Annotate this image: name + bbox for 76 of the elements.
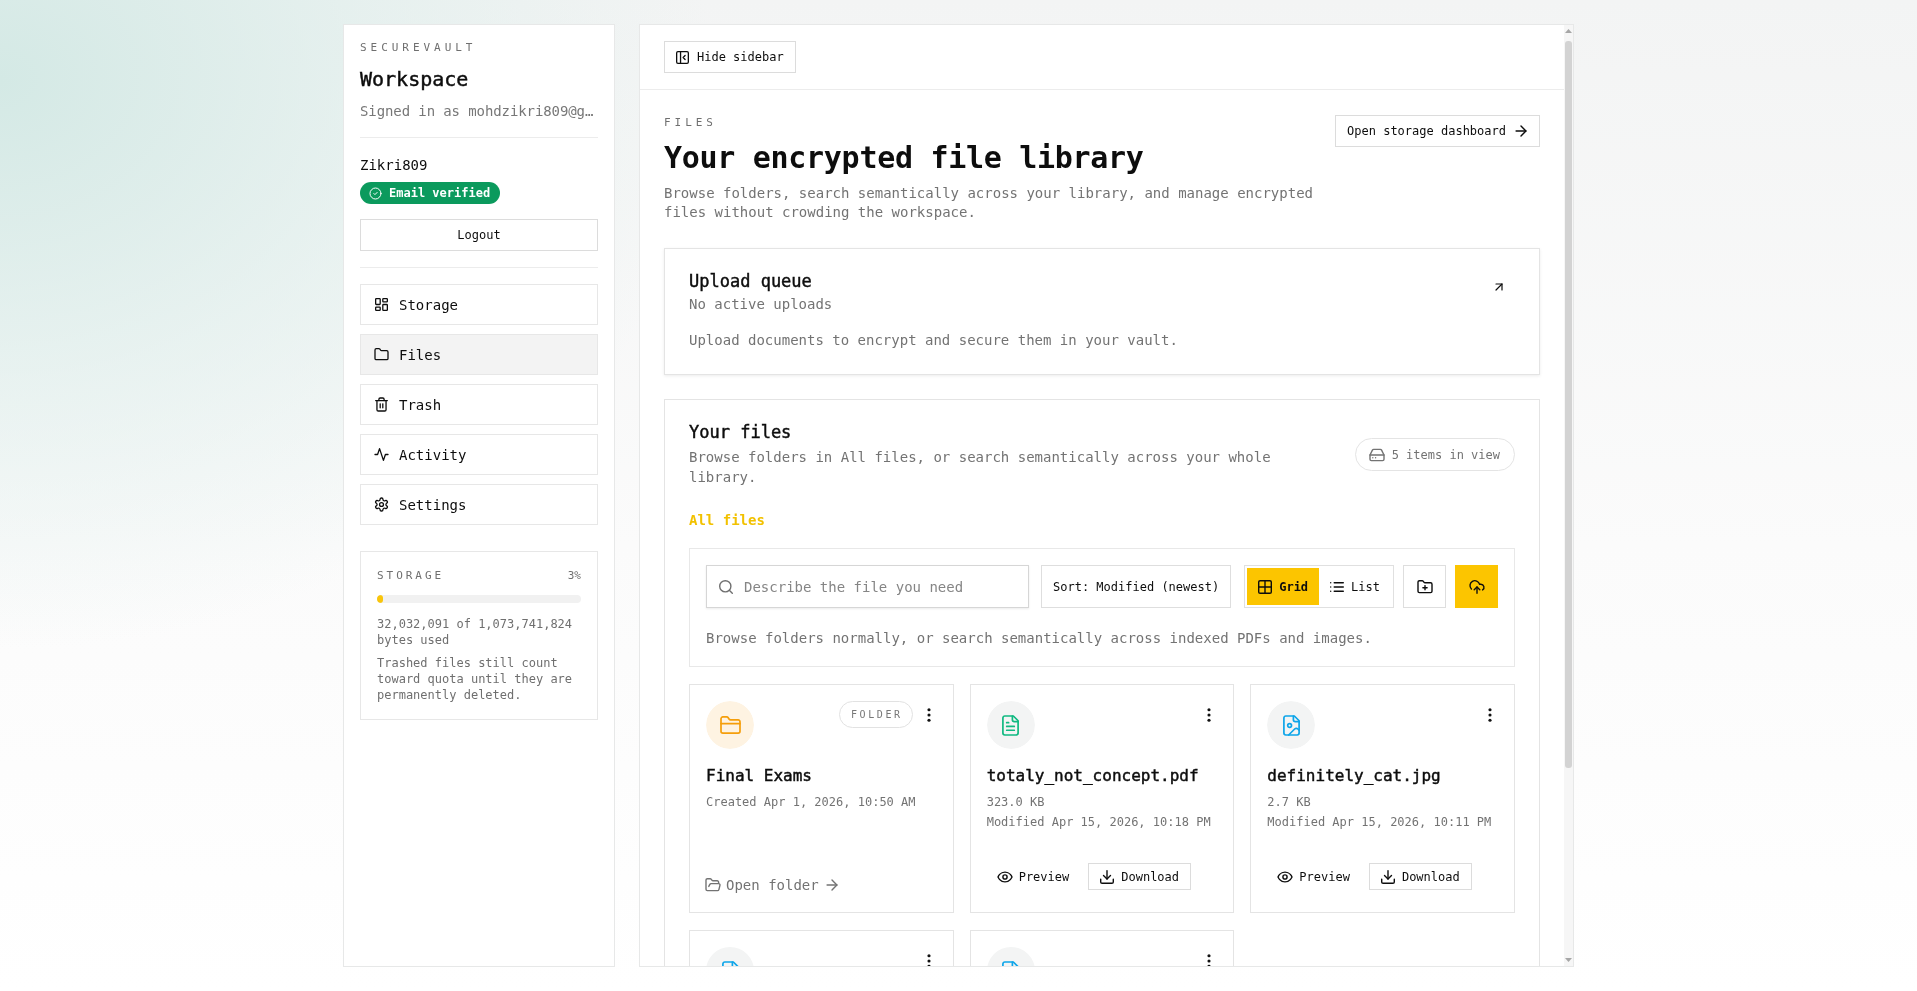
arrow-up-right-icon[interactable]: [1493, 281, 1505, 293]
folder-open-icon: [706, 878, 720, 892]
files-title: Your files: [689, 421, 793, 444]
nav-item[interactable]: Storage: [360, 284, 598, 325]
preview-button[interactable]: Preview: [986, 863, 1081, 890]
file-meta-text: Modified Apr 15, 2026, 10:18 PM: [986, 814, 1212, 831]
open-dashboard-button[interactable]: Open storage dashboard: [1335, 115, 1540, 147]
grid-icon: [1258, 579, 1273, 594]
hard-drive-icon: [1369, 447, 1384, 462]
file-card[interactable]: totaly_not_concept.pdf 323.0 KB Modified Apr 15, 2026, 10:18 PM Preview Download: [969, 684, 1235, 913]
username: Zikri809: [360, 156, 429, 175]
folder-icon: [375, 348, 388, 361]
file-meta-text: Created Apr 1, 2026, 10:50 AM: [706, 794, 917, 811]
pulse-icon: [375, 448, 388, 461]
more-options-icon[interactable]: [1207, 707, 1212, 722]
upload-button[interactable]: [1455, 565, 1498, 608]
download-button[interactable]: Download: [1088, 863, 1192, 890]
more-options-icon[interactable]: [926, 953, 931, 966]
verified-label: Email verified: [389, 186, 491, 200]
file-name: definitely_cat.jpg: [1267, 765, 1442, 787]
download-icon: [1380, 869, 1395, 884]
file-meta-text: 323.0 KB: [986, 794, 1046, 811]
toolbar-helper-text: Browse folders normally, or search semantically across indexed PDFs and images.: [706, 629, 1373, 648]
page-description: Browse folders, search semantically across your library, and manage encrypted files without crowding the workspace.: [664, 184, 1314, 222]
search-field[interactable]: Describe the file you need: [706, 565, 1029, 608]
download-icon: [1100, 869, 1115, 884]
hide-sidebar-button[interactable]: Hide sidebar: [664, 41, 796, 73]
upload-status: No active uploads: [689, 295, 833, 314]
nav-item[interactable]: Settings: [360, 484, 598, 525]
nav-item[interactable]: Files: [360, 334, 598, 375]
brand-label: SECUREVAULT: [360, 40, 478, 56]
list-icon: [1330, 579, 1345, 594]
file-name: totaly_not_concept.pdf: [986, 765, 1200, 787]
folder-plus-icon: [1417, 579, 1432, 594]
file-meta-text: Modified Apr 15, 2026, 10:11 PM: [1267, 814, 1493, 831]
file-card[interactable]: FOLDER Final Exams Created Apr 1, 2026, 10:50 AM Open folder: [689, 684, 954, 913]
preview-button[interactable]: Preview: [1267, 863, 1361, 890]
more-options-icon[interactable]: [1207, 953, 1212, 966]
storage-note: Trashed files still count toward quota until they are permanently deleted.: [377, 655, 574, 703]
file-card[interactable]: definitely_cat.jpg 2.7 KB Modified Apr 15, 2026, 10:11 PM Preview Download: [1250, 684, 1515, 913]
workspace-title: Workspace: [360, 66, 470, 93]
upload-hint: Upload documents to encrypt and secure them in your vault.: [689, 331, 1179, 350]
check-circle-icon: [370, 187, 381, 199]
search-icon: [719, 580, 733, 594]
trash-icon: [375, 398, 388, 411]
file-meta-text: 2.7 KB: [1267, 794, 1312, 811]
eye-icon: [1278, 869, 1293, 884]
page-title: Your encrypted file library: [664, 140, 1145, 176]
storage-label: STORAGE: [377, 568, 445, 584]
sort-button[interactable]: Sort: Modified (newest): [1041, 565, 1232, 608]
nav-item[interactable]: Trash: [360, 384, 598, 425]
new-folder-button[interactable]: [1403, 565, 1446, 608]
scrollbar-thumb[interactable]: [1565, 41, 1572, 768]
more-options-icon[interactable]: [926, 707, 931, 722]
arrow-right-icon: [1514, 124, 1528, 138]
settings-icon: [375, 498, 388, 511]
arrow-right-icon: [824, 878, 839, 892]
dashboard-icon: [375, 298, 388, 311]
logout-button[interactable]: Logout: [360, 219, 598, 251]
more-options-icon[interactable]: [1488, 707, 1492, 722]
storage-percent: 3%: [567, 568, 581, 584]
eye-icon: [997, 869, 1012, 884]
download-button[interactable]: Download: [1368, 863, 1472, 890]
nav-item[interactable]: Activity: [360, 434, 598, 475]
view-mode-button[interactable]: Grid: [1247, 568, 1320, 605]
storage-usage-text: 32,032,091 of 1,073,741,824 bytes used: [377, 616, 574, 648]
file-name: Final Exams: [706, 765, 813, 787]
section-label: FILES: [664, 115, 718, 131]
sidebar-panel-icon: [676, 50, 689, 64]
cloud-upload-icon: [1469, 579, 1484, 594]
upload-queue-title: Upload queue: [689, 270, 813, 293]
open-folder-link[interactable]: Open folder: [706, 875, 839, 895]
files-description: Browse folders in All files, or search semantically across your whole library.: [689, 448, 1272, 487]
signed-in-text: Signed in as mohdzikri809@g…: [360, 102, 595, 121]
folder-icon: [706, 701, 754, 749]
item-count-label: 5 items in view: [1391, 447, 1500, 462]
